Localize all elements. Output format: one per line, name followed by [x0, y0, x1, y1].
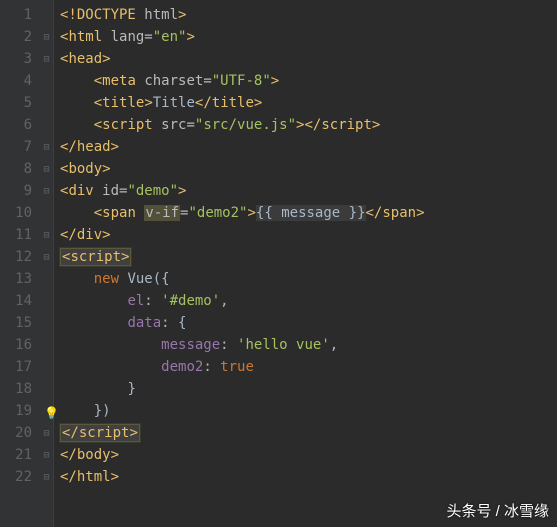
line-number: 15 [12, 312, 32, 334]
fold-toggle-icon[interactable] [40, 466, 53, 488]
line-number: 7 [12, 136, 32, 158]
fold-column[interactable] [40, 0, 54, 527]
code-line[interactable]: </script> [60, 422, 557, 444]
code-line[interactable]: <body> [60, 158, 557, 180]
code-line[interactable]: new Vue({ [60, 268, 557, 290]
line-number: 17 [12, 356, 32, 378]
line-number: 9 [12, 180, 32, 202]
fold-spacer [40, 92, 53, 114]
line-number: 19 [12, 400, 32, 422]
fold-toggle-icon[interactable] [40, 422, 53, 444]
fold-spacer [40, 378, 53, 400]
line-number: 11 [12, 224, 32, 246]
fold-toggle-icon[interactable] [40, 48, 53, 70]
line-number: 3 [12, 48, 32, 70]
code-line[interactable]: <!DOCTYPE html> [60, 4, 557, 26]
line-number: 6 [12, 114, 32, 136]
code-line[interactable]: </html> [60, 466, 557, 488]
fold-spacer [40, 290, 53, 312]
line-number: 8 [12, 158, 32, 180]
code-line[interactable]: <script> [60, 246, 557, 268]
line-number: 13 [12, 268, 32, 290]
code-line[interactable]: el: '#demo', [60, 290, 557, 312]
fold-spacer [40, 334, 53, 356]
fold-spacer [40, 312, 53, 334]
fold-spacer [40, 268, 53, 290]
line-number: 1 [12, 4, 32, 26]
code-line[interactable]: </head> [60, 136, 557, 158]
line-number: 16 [12, 334, 32, 356]
code-area[interactable]: <!DOCTYPE html><html lang="en"><head> <m… [54, 0, 557, 527]
line-number: 18 [12, 378, 32, 400]
code-line[interactable]: <div id="demo"> [60, 180, 557, 202]
line-number: 14 [12, 290, 32, 312]
fold-toggle-icon[interactable] [40, 180, 53, 202]
watermark-text: 头条号 / 冰雪缘 [446, 500, 549, 521]
code-editor[interactable]: 12345678910111213141516171819202122 <!DO… [0, 0, 557, 527]
line-number: 12 [12, 246, 32, 268]
code-line[interactable]: </div> [60, 224, 557, 246]
fold-toggle-icon[interactable] [40, 158, 53, 180]
fold-spacer [40, 114, 53, 136]
code-line[interactable]: data: { [60, 312, 557, 334]
fold-toggle-icon[interactable] [40, 246, 53, 268]
code-line[interactable]: } [60, 378, 557, 400]
code-line[interactable]: <span v-if="demo2">{{ message }}</span> [60, 202, 557, 224]
line-number: 5 [12, 92, 32, 114]
code-line[interactable]: <script src="src/vue.js"></script> [60, 114, 557, 136]
fold-toggle-icon[interactable] [40, 136, 53, 158]
line-number: 10 [12, 202, 32, 224]
fold-spacer [40, 4, 53, 26]
fold-spacer [40, 70, 53, 92]
line-number: 2 [12, 26, 32, 48]
fold-toggle-icon[interactable] [40, 224, 53, 246]
code-line[interactable]: <head> [60, 48, 557, 70]
code-line[interactable]: <title>Title</title> [60, 92, 557, 114]
fold-spacer [40, 202, 53, 224]
fold-spacer [40, 356, 53, 378]
line-number: 20 [12, 422, 32, 444]
line-number: 22 [12, 466, 32, 488]
fold-toggle-icon[interactable] [40, 444, 53, 466]
line-number-gutter: 12345678910111213141516171819202122 [0, 0, 40, 527]
code-line[interactable]: <html lang="en"> [60, 26, 557, 48]
line-number: 21 [12, 444, 32, 466]
code-line[interactable]: })💡 [60, 400, 557, 422]
intention-bulb-icon[interactable]: 💡 [44, 402, 59, 424]
code-line[interactable]: <meta charset="UTF-8"> [60, 70, 557, 92]
line-number: 4 [12, 70, 32, 92]
code-line[interactable]: message: 'hello vue', [60, 334, 557, 356]
code-line[interactable]: demo2: true [60, 356, 557, 378]
fold-toggle-icon[interactable] [40, 26, 53, 48]
code-line[interactable]: </body> [60, 444, 557, 466]
